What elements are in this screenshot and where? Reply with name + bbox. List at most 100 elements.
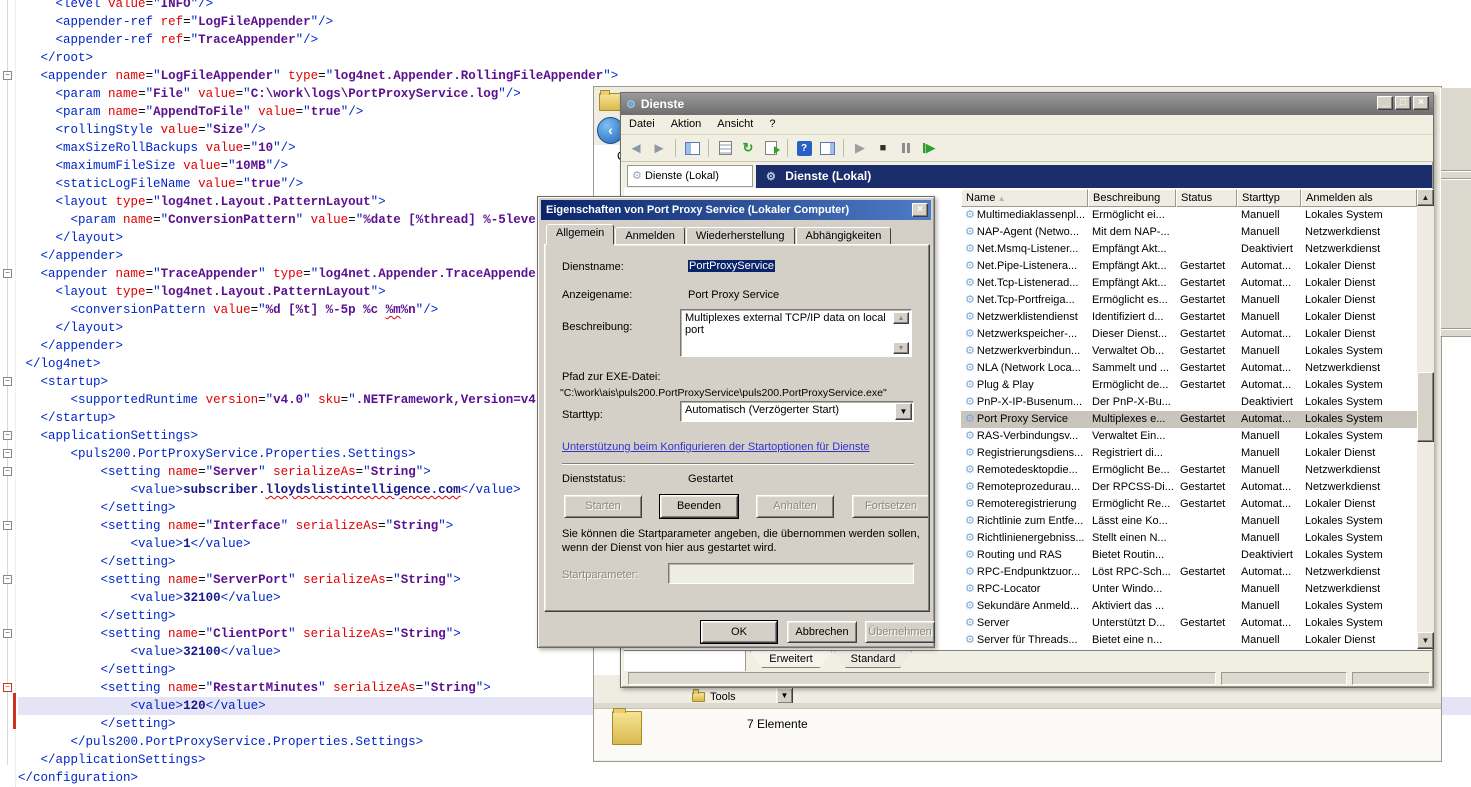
show-console-tree-icon[interactable]	[683, 140, 701, 157]
tab-page-allgemein	[544, 244, 930, 612]
table-row[interactable]: ⚙Routing und RASBietet Routin...Deaktivi…	[961, 547, 1417, 564]
table-row[interactable]: ⚙Registrierungsdiens...Registriert di...…	[961, 445, 1417, 462]
stop-service-icon[interactable]: ■	[874, 140, 892, 157]
service-gear-icon: ⚙	[965, 617, 975, 629]
table-row[interactable]: ⚙Richtlinie zum Entfe...Lässt eine Ko...…	[961, 513, 1417, 530]
table-row[interactable]: ⚙Net.Pipe-Listenera...Empfängt Akt...Ges…	[961, 258, 1417, 275]
table-cell: Empfängt Akt...	[1088, 258, 1176, 275]
column-header[interactable]: Starttyp	[1237, 189, 1301, 207]
table-row[interactable]: ⚙Multimediaklassenpl...Ermöglicht ei...M…	[961, 207, 1417, 224]
back-icon[interactable]: ◄	[627, 140, 645, 157]
table-row[interactable]: ⚙Netzwerkverbindun...Verwaltet Ob...Gest…	[961, 343, 1417, 360]
table-cell: Netzwerkdienst	[1301, 479, 1417, 496]
service-name-cell: ⚙Netzwerklistendienst	[961, 309, 1088, 326]
fold-marker-changed-icon[interactable]: −	[3, 683, 12, 692]
menu-item-aktion[interactable]: Aktion	[663, 115, 710, 133]
vertical-scrollbar[interactable]: ▲ ▼	[1417, 189, 1434, 649]
table-cell: Empfängt Akt...	[1088, 275, 1176, 292]
dialog-tab-wiederherstellung[interactable]: Wiederherstellung	[686, 227, 795, 245]
column-header[interactable]: Name ▲	[961, 189, 1088, 207]
scrollbar-thumb[interactable]	[1417, 372, 1434, 442]
tab-standard[interactable]: Standard	[834, 651, 912, 668]
table-cell: Lokales System	[1301, 428, 1417, 445]
minimize-button[interactable]: _	[1377, 96, 1393, 110]
scroll-up-button[interactable]: ▲	[1417, 189, 1434, 206]
table-cell: Unter Windo...	[1088, 581, 1176, 598]
service-name-cell: ⚙Net.Msmq-Listener...	[961, 241, 1088, 258]
table-cell: Lokales System	[1301, 547, 1417, 564]
fold-marker-icon[interactable]: −	[3, 449, 12, 458]
service-gear-icon: ⚙	[965, 345, 975, 357]
properties-icon[interactable]	[716, 140, 734, 157]
fold-marker-icon[interactable]: −	[3, 269, 12, 278]
forward-icon[interactable]: ►	[650, 140, 668, 157]
table-row[interactable]: ⚙NLA (Network Loca...Sammelt und ...Gest…	[961, 360, 1417, 377]
table-row[interactable]: ⚙RPC-LocatorUnter Windo...ManuellNetzwer…	[961, 581, 1417, 598]
services-window-titlebar[interactable]: ⚙Dienste _ □ ×	[621, 93, 1433, 115]
tab-erweitert[interactable]: Erweitert	[750, 651, 832, 668]
service-name-cell: ⚙RPC-Endpunktzuor...	[961, 564, 1088, 581]
pause-service-icon[interactable]	[897, 140, 915, 157]
menu-item-datei[interactable]: Datei	[621, 115, 663, 133]
service-name-cell: ⚙Netzwerkspeicher-...	[961, 326, 1088, 343]
scroll-down-button[interactable]: ▼	[1417, 632, 1434, 649]
table-cell: Ermöglicht ei...	[1088, 207, 1176, 224]
table-row[interactable]: ⚙Net.Tcp-Portfreiga...Ermöglicht es...Ge…	[961, 292, 1417, 309]
menu-item-ansicht[interactable]: Ansicht	[709, 115, 761, 133]
service-gear-icon: ⚙	[965, 498, 975, 510]
tree-item-dienste-lokal[interactable]: ⚙ Dienste (Lokal)	[627, 165, 753, 187]
menu-item-[interactable]: ?	[761, 115, 783, 133]
fold-marker-icon[interactable]: −	[3, 629, 12, 638]
table-row[interactable]: ⚙ServerUnterstützt D...GestartetAutomat.…	[961, 615, 1417, 632]
table-cell: Bietet eine n...	[1088, 632, 1176, 649]
table-row[interactable]: ⚙PnP-X-IP-Busenum...Der PnP-X-Bu...Deakt…	[961, 394, 1417, 411]
table-row[interactable]: ⚙Net.Tcp-Listenerad...Empfängt Akt...Ges…	[961, 275, 1417, 292]
maximize-button[interactable]: □	[1395, 96, 1411, 110]
column-header[interactable]: Status	[1176, 189, 1237, 207]
help-icon[interactable]: ?	[795, 140, 813, 157]
ok-button[interactable]: OK	[701, 621, 777, 643]
column-header[interactable]: Anmelden als	[1301, 189, 1417, 207]
fold-marker-icon[interactable]: −	[3, 521, 12, 530]
table-cell: Manuell	[1237, 581, 1301, 598]
table-row[interactable]: ⚙Netzwerkspeicher-...Dieser Dienst...Ges…	[961, 326, 1417, 343]
table-row[interactable]: ⚙NAP-Agent (Netwo...Mit dem NAP-...Manue…	[961, 224, 1417, 241]
fold-marker-icon[interactable]: −	[3, 377, 12, 386]
service-name-cell: ⚙Port Proxy Service	[961, 411, 1088, 428]
fold-marker-icon[interactable]: −	[3, 575, 12, 584]
restart-service-icon[interactable]: ▶	[920, 140, 938, 157]
fold-marker-icon[interactable]: −	[3, 467, 12, 476]
dialog-tab-abhängigkeiten[interactable]: Abhängigkeiten	[796, 227, 892, 245]
dropdown-button[interactable]: ▼	[776, 687, 793, 704]
table-row[interactable]: ⚙Sekundäre Anmeld...Aktiviert das ...Man…	[961, 598, 1417, 615]
table-row[interactable]: ⚙Richtlinienergebniss...Stellt einen N..…	[961, 530, 1417, 547]
abbrechen-button[interactable]: Abbrechen	[787, 621, 857, 643]
dialog-close-button[interactable]: ×	[912, 203, 928, 217]
table-row[interactable]: ⚙Plug & PlayErmöglicht de...GestartetAut…	[961, 377, 1417, 394]
table-row[interactable]: ⚙Port Proxy ServiceMultiplexes e...Gesta…	[961, 411, 1417, 428]
dialog-tab-anmelden[interactable]: Anmelden	[615, 227, 685, 245]
table-row[interactable]: ⚙RAS-Verbindungsv...Verwaltet Ein...Manu…	[961, 428, 1417, 445]
table-row[interactable]: ⚙Remotedesktopdie...Ermöglicht Be...Gest…	[961, 462, 1417, 479]
close-button[interactable]: ×	[1413, 96, 1429, 110]
table-cell: Automat...	[1237, 411, 1301, 428]
table-row[interactable]: ⚙Net.Msmq-Listener...Empfängt Akt...Deak…	[961, 241, 1417, 258]
fold-marker-icon[interactable]: −	[3, 431, 12, 440]
table-row[interactable]: ⚙RPC-Endpunktzuor...Löst RPC-Sch...Gesta…	[961, 564, 1417, 581]
table-cell: Gestartet	[1176, 615, 1237, 632]
dialog-titlebar[interactable]: Eigenschaften von Port Proxy Service (Lo…	[541, 200, 931, 220]
export-list-icon[interactable]	[762, 140, 780, 157]
table-row[interactable]: ⚙NetzwerklistendienstIdentifiziert d...G…	[961, 309, 1417, 326]
table-row[interactable]: ⚙Remoteprozedurau...Der RPCSS-Di...Gesta…	[961, 479, 1417, 496]
service-gear-icon: ⚙	[965, 328, 975, 340]
service-name-cell: ⚙RAS-Verbindungsv...	[961, 428, 1088, 445]
refresh-icon[interactable]: ↻	[739, 140, 757, 157]
dialog-tab-allgemein[interactable]: Allgemein	[546, 224, 614, 245]
table-cell: Automat...	[1237, 615, 1301, 632]
table-row[interactable]: ⚙RemoteregistrierungErmöglicht Re...Gest…	[961, 496, 1417, 513]
column-header[interactable]: Beschreibung	[1088, 189, 1176, 207]
fold-marker-icon[interactable]: −	[3, 71, 12, 80]
table-cell: Gestartet	[1176, 479, 1237, 496]
table-row[interactable]: ⚙Server für Threads...Bietet eine n...Ma…	[961, 632, 1417, 649]
show-action-pane-icon[interactable]	[818, 140, 836, 157]
